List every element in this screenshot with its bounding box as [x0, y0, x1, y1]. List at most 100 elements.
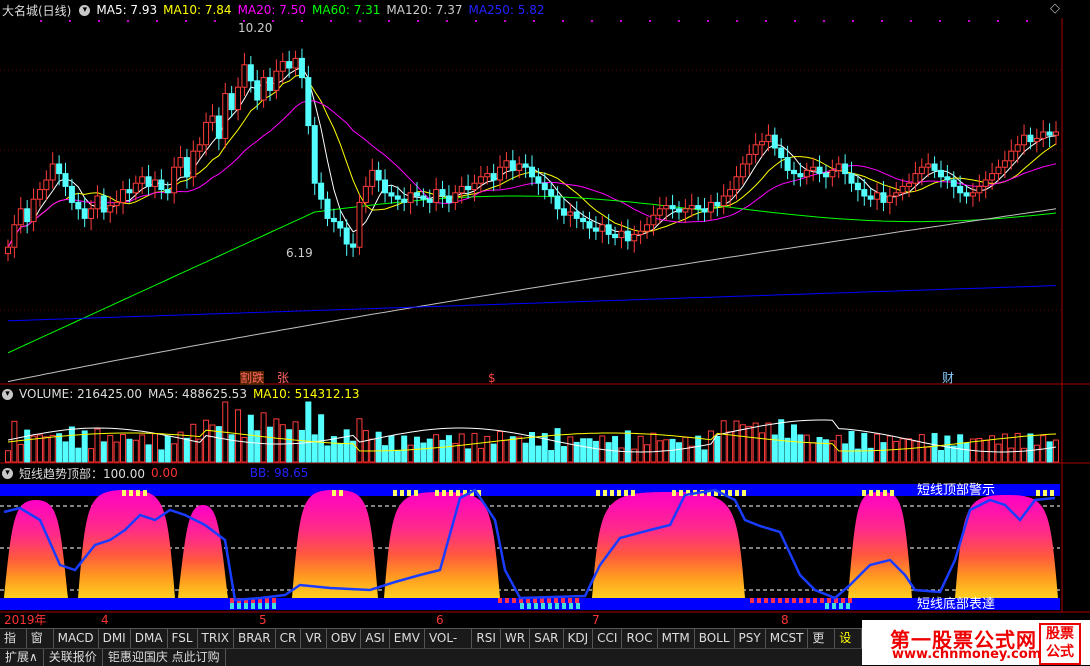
bottom-signal-marker: [575, 598, 579, 603]
candle-down: [509, 160, 516, 171]
xaxis-label-year: 2019年: [4, 613, 47, 627]
tab-24[interactable]: 更多: [808, 629, 836, 663]
tab-20[interactable]: MTM: [658, 629, 695, 648]
volume-settings-icon[interactable]: ▾: [2, 388, 13, 400]
event-marker-3[interactable]: $: [488, 371, 496, 385]
candle-up: [356, 201, 363, 248]
tab-1[interactable]: 窗口: [27, 629, 54, 663]
top-marker: [823, 20, 825, 22]
tab-21[interactable]: BOLL: [695, 629, 735, 648]
volume-bar-down: [145, 444, 152, 463]
candle-down: [529, 166, 535, 178]
ext-tab-2[interactable]: 钜惠迎国庆 点此订购: [103, 649, 226, 666]
tab-12[interactable]: EMV: [390, 629, 425, 648]
bottom-signal-marker: [540, 598, 544, 603]
volume-bar-down: [247, 414, 254, 463]
top-marker: [388, 20, 390, 22]
volume-bar-up: [1033, 444, 1040, 463]
tab-5[interactable]: FSL: [168, 629, 198, 648]
tab-19[interactable]: ROC: [622, 629, 658, 648]
candle-up: [918, 166, 925, 175]
tab-8[interactable]: CR: [276, 629, 302, 648]
tab-11[interactable]: ASI: [361, 629, 390, 648]
settings-icon[interactable]: ▾: [79, 4, 91, 16]
candle-down: [100, 195, 107, 213]
candle-down: [324, 198, 331, 219]
volume-bar-down: [426, 438, 433, 463]
tab-18[interactable]: CCI: [593, 629, 623, 648]
candle-up: [190, 150, 197, 178]
candle-up: [1014, 144, 1021, 152]
candle-down: [126, 189, 133, 194]
tab-7[interactable]: BRAR: [234, 629, 276, 648]
tab-14[interactable]: RSI: [472, 629, 501, 648]
candle-down: [215, 115, 222, 139]
candle-down: [228, 93, 235, 111]
bottom-signal-marker: [547, 598, 551, 603]
top-marker: [69, 20, 71, 22]
candle-up: [503, 160, 510, 168]
candle-up: [241, 64, 248, 88]
tab-6[interactable]: TRIX: [198, 629, 234, 648]
volume-bar-down: [401, 435, 408, 463]
event-marker-2[interactable]: 张: [277, 371, 289, 385]
volume-bar-down: [605, 442, 612, 463]
bottom-signal-marker-cyan: [832, 603, 836, 609]
candle-up: [17, 208, 24, 226]
candle-up: [899, 185, 906, 194]
indicator-heat-region: [78, 490, 175, 598]
ext-tab-1[interactable]: 关联报价: [44, 649, 103, 666]
indicator-bb: BB: 98.65: [249, 466, 309, 480]
tab-9[interactable]: VR: [301, 629, 327, 648]
xaxis-label-jun: 6: [436, 613, 444, 627]
volume-bar-up: [739, 424, 746, 463]
top-marker: [649, 20, 651, 22]
candle-up: [803, 169, 810, 178]
event-marker-4[interactable]: 财: [942, 371, 954, 385]
tab-17[interactable]: KDJ: [564, 629, 594, 648]
tab-16[interactable]: SAR: [530, 629, 564, 648]
candle-down: [439, 189, 446, 197]
tab-10[interactable]: OBV: [327, 629, 362, 648]
diamond-icon[interactable]: ◇: [1050, 2, 1060, 16]
ext-tab-0[interactable]: 扩展∧: [0, 649, 44, 666]
tab-3[interactable]: DMI: [99, 629, 131, 648]
tab-25[interactable]: 设置: [835, 629, 862, 663]
tab-13[interactable]: VOL-TDX: [425, 629, 473, 663]
bottom-signal-marker-cyan: [258, 603, 262, 609]
candle-down: [75, 201, 82, 210]
volume-bar-down: [394, 449, 401, 463]
volume-bar-down: [75, 447, 82, 463]
bottom-signal-marker-cyan: [265, 603, 269, 609]
candle-up: [203, 121, 210, 146]
candle-down: [350, 243, 357, 248]
volume-bar-up: [88, 448, 95, 463]
volume-bar-down: [158, 449, 165, 463]
tab-15[interactable]: WR: [501, 629, 531, 648]
candle-down: [554, 195, 561, 210]
chart-canvas[interactable]: [0, 0, 1090, 628]
bottom-signal-label: 短线底部表達: [917, 597, 996, 612]
volume-bar-down: [535, 445, 542, 463]
top-signal-marker: [742, 490, 746, 496]
volume-bar-down: [842, 443, 849, 463]
candle-up: [1040, 131, 1047, 139]
brand-box: 股票 公式: [1039, 623, 1081, 665]
candle-down: [158, 179, 165, 191]
candle-down: [465, 185, 472, 191]
volume-bar-up: [241, 436, 248, 463]
event-marker-1[interactable]: 割跌: [240, 371, 265, 385]
candle-down: [298, 57, 305, 79]
tab-4[interactable]: DMA: [131, 629, 168, 648]
volume-bar-up: [497, 430, 504, 463]
tab-22[interactable]: PSY: [735, 629, 766, 648]
volume-bar-up: [733, 420, 740, 463]
candle-up: [433, 189, 440, 203]
tab-0[interactable]: 指标: [0, 629, 27, 663]
candle-up: [235, 86, 242, 111]
tab-23[interactable]: MCST: [766, 629, 809, 648]
volume-bar-up: [1008, 447, 1015, 463]
tab-2[interactable]: MACD: [54, 629, 99, 648]
candle-up: [829, 169, 836, 178]
indicator-settings-icon[interactable]: ▾: [2, 467, 13, 479]
